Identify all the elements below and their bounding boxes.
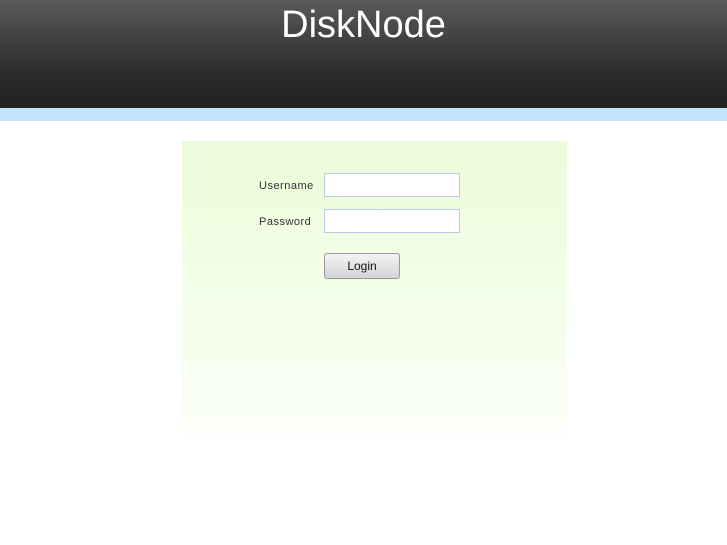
username-label: Username bbox=[259, 180, 314, 192]
password-input[interactable] bbox=[324, 209, 460, 233]
password-label: Password bbox=[259, 216, 312, 228]
login-button[interactable]: Login bbox=[324, 253, 400, 279]
header-band bbox=[0, 108, 727, 121]
app-title: DiskNode bbox=[281, 4, 446, 46]
header: DiskNode bbox=[0, 0, 727, 108]
username-input[interactable] bbox=[324, 173, 460, 197]
